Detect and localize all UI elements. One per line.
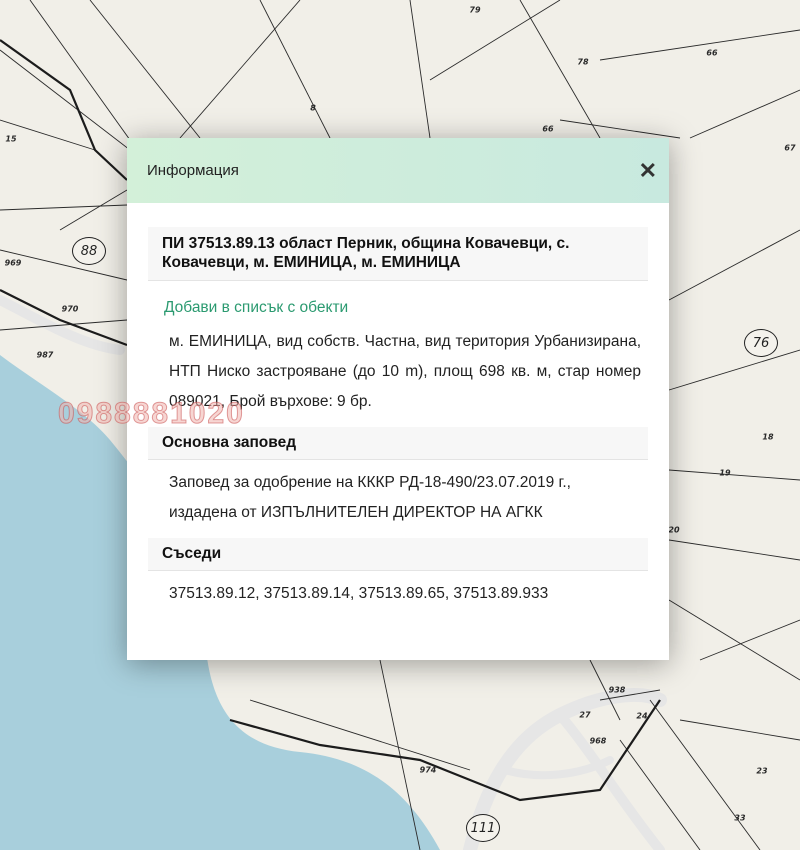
parcel-label: 79 [469, 5, 481, 15]
parcel-label: 66 [706, 48, 718, 58]
parcel-label: 18 [762, 432, 774, 442]
parcel-label: 969 [4, 258, 22, 268]
info-dialog: Информация ✕ ПИ 37513.89.13 област Перни… [127, 138, 669, 660]
parcel-label: 938 [608, 685, 626, 695]
neighbors-text[interactable]: 37513.89.12, 37513.89.14, 37513.89.65, 3… [148, 579, 648, 609]
parcel-label: 67 [784, 143, 796, 153]
parcel-label: 24 [636, 711, 648, 721]
quarter-label: 76 [744, 329, 778, 357]
parcel-label: 15 [5, 134, 17, 144]
parcel-label: 970 [61, 304, 79, 314]
parcel-label: 8 [310, 103, 316, 113]
parcel-label: 78 [577, 57, 589, 67]
parcel-label: 19 [719, 468, 731, 478]
parcel-label: 27 [579, 710, 591, 720]
parcel-label: 66 [542, 124, 554, 134]
dialog-body: ПИ 37513.89.13 област Перник, община Ков… [127, 203, 669, 609]
parcel-label: 23 [756, 766, 768, 776]
parcel-label: 968 [589, 736, 607, 746]
dialog-title: Информация [147, 162, 239, 179]
parcel-description: м. ЕМИНИЦА, вид собств. Частна, вид тери… [169, 333, 641, 410]
order-heading: Основна заповед [148, 427, 648, 460]
add-to-list-link[interactable]: Добави в списък с обекти [148, 299, 648, 317]
order-text: Заповед за одобрение на КККР РД-18-490/2… [169, 474, 571, 521]
parcel-title: ПИ 37513.89.13 област Перник, община Ков… [148, 227, 648, 281]
parcel-label: 20 [668, 525, 680, 535]
quarter-label: 88 [72, 237, 106, 265]
parcel-label: 33 [734, 813, 746, 823]
dialog-header: Информация ✕ [127, 138, 669, 203]
close-icon[interactable]: ✕ [639, 159, 657, 182]
parcel-label: 987 [36, 350, 54, 360]
parcel-label: 974 [419, 765, 437, 775]
quarter-label: 111 [466, 814, 500, 842]
neighbors-heading: Съседи [148, 538, 648, 571]
